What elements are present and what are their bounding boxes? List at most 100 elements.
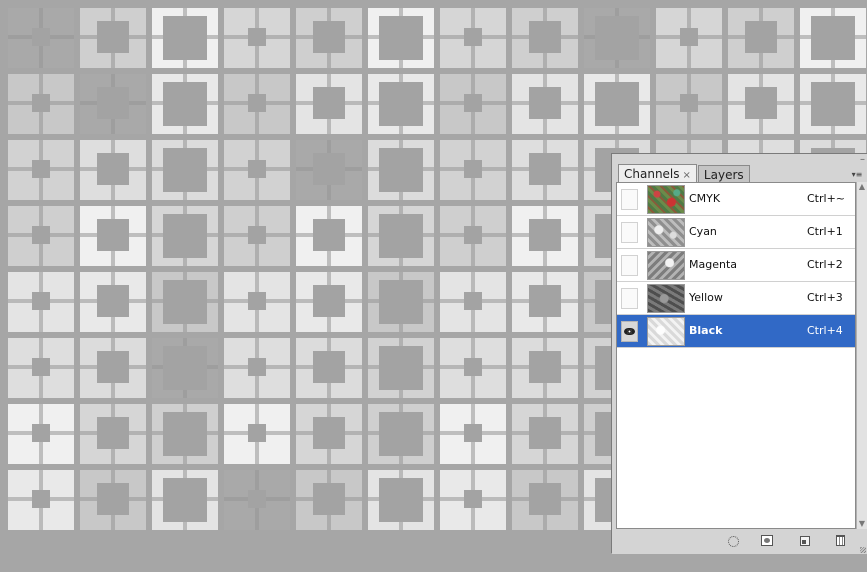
canvas-tile <box>296 8 362 68</box>
scroll-down-icon[interactable]: ▼ <box>857 519 867 529</box>
canvas-tile <box>512 8 578 68</box>
create-new-channel-button[interactable] <box>798 535 812 547</box>
resize-grip-icon[interactable] <box>860 547 866 553</box>
canvas-tile <box>8 404 74 464</box>
canvas-tile <box>152 272 218 332</box>
canvas-tile <box>440 272 506 332</box>
canvas-tile <box>728 74 794 134</box>
canvas-tile <box>152 338 218 398</box>
channel-thumbnail <box>647 218 685 247</box>
canvas-tile <box>440 470 506 530</box>
new-page-icon <box>800 536 810 546</box>
canvas-tile <box>80 206 146 266</box>
channel-row-magenta[interactable]: Magenta Ctrl+2 <box>617 249 855 282</box>
canvas-tile <box>152 140 218 200</box>
channel-list: CMYK Ctrl+~ Cyan Ctrl+1 Magenta Ctrl+2 Y… <box>616 182 856 529</box>
canvas-tile <box>80 74 146 134</box>
canvas-tile <box>152 74 218 134</box>
canvas-tile <box>224 404 290 464</box>
channel-row-yellow[interactable]: Yellow Ctrl+3 <box>617 282 855 315</box>
channel-name: Yellow <box>689 291 723 304</box>
canvas-tile <box>296 404 362 464</box>
dotted-circle-icon <box>728 536 739 547</box>
channel-shortcut: Ctrl+2 <box>807 258 843 271</box>
panel-window-controls[interactable]: – <box>860 155 865 165</box>
canvas-tile <box>512 206 578 266</box>
canvas-tile <box>80 272 146 332</box>
channel-shortcut: Ctrl+4 <box>807 324 843 337</box>
canvas-tile <box>8 272 74 332</box>
collapse-icon[interactable]: – <box>860 154 865 165</box>
visibility-toggle[interactable] <box>621 321 638 342</box>
tab-layers-label: Layers <box>703 168 744 182</box>
canvas-tile <box>8 74 74 134</box>
canvas-tile <box>368 338 434 398</box>
canvas-tile <box>800 74 866 134</box>
canvas-tile <box>440 8 506 68</box>
channel-thumbnail <box>647 185 685 214</box>
canvas-tile <box>80 338 146 398</box>
panel-tab-bar: Channels × Layers <box>618 164 750 182</box>
canvas-tile <box>296 338 362 398</box>
canvas-tile <box>512 272 578 332</box>
channel-list-scrollbar[interactable]: ▲ ▼ <box>856 182 867 529</box>
tab-close-icon[interactable]: × <box>683 170 691 181</box>
canvas-tile <box>224 470 290 530</box>
canvas-tile <box>512 74 578 134</box>
canvas-tile <box>224 338 290 398</box>
delete-channel-button[interactable] <box>834 535 848 547</box>
channel-shortcut: Ctrl+~ <box>807 192 846 205</box>
canvas-tile <box>8 206 74 266</box>
channel-name: Black <box>689 324 723 337</box>
eye-icon <box>624 328 635 335</box>
canvas-tile <box>224 8 290 68</box>
panel-menu-icon[interactable]: ▾≡ <box>850 170 864 180</box>
scroll-up-icon[interactable]: ▲ <box>857 182 867 192</box>
canvas-tile <box>152 470 218 530</box>
load-channel-as-selection-button[interactable] <box>726 535 740 547</box>
canvas-tile <box>368 404 434 464</box>
canvas-tile <box>368 8 434 68</box>
canvas-tile <box>584 74 650 134</box>
canvas-tile <box>80 8 146 68</box>
channel-name: Cyan <box>689 225 717 238</box>
channel-name: Magenta <box>689 258 738 271</box>
canvas-tile <box>368 140 434 200</box>
channel-row-cyan[interactable]: Cyan Ctrl+1 <box>617 216 855 249</box>
tab-layers[interactable]: Layers <box>697 165 750 182</box>
canvas-tile <box>224 74 290 134</box>
canvas-tile <box>584 8 650 68</box>
visibility-toggle[interactable] <box>621 255 638 276</box>
visibility-toggle[interactable] <box>621 288 638 309</box>
canvas-tile <box>224 206 290 266</box>
canvas-tile <box>296 140 362 200</box>
channel-row-black[interactable]: Black Ctrl+4 <box>617 315 855 348</box>
channels-panel: – ▾≡ Channels × Layers CMYK Ctrl+~ Cyan C… <box>611 153 867 554</box>
channel-name: CMYK <box>689 192 721 205</box>
canvas-tile <box>728 8 794 68</box>
save-selection-as-channel-button[interactable] <box>761 535 775 547</box>
canvas-tile <box>8 470 74 530</box>
tab-channels[interactable]: Channels × <box>618 164 697 182</box>
canvas-tile <box>440 338 506 398</box>
canvas-tile <box>368 206 434 266</box>
canvas-tile <box>512 404 578 464</box>
visibility-toggle[interactable] <box>621 189 638 210</box>
visibility-toggle[interactable] <box>621 222 638 243</box>
channel-row-cmyk[interactable]: CMYK Ctrl+~ <box>617 183 855 216</box>
canvas-tile <box>152 8 218 68</box>
canvas-tile <box>368 470 434 530</box>
canvas-tile <box>296 470 362 530</box>
canvas-tile <box>224 140 290 200</box>
canvas-tile <box>152 206 218 266</box>
canvas-tile <box>296 206 362 266</box>
canvas-tile <box>80 470 146 530</box>
canvas-tile <box>440 206 506 266</box>
canvas-tile <box>8 8 74 68</box>
canvas-tile <box>8 140 74 200</box>
canvas-tile <box>800 8 866 68</box>
canvas-tile <box>512 470 578 530</box>
canvas-tile <box>152 404 218 464</box>
canvas-tile <box>512 338 578 398</box>
canvas-tile <box>296 74 362 134</box>
